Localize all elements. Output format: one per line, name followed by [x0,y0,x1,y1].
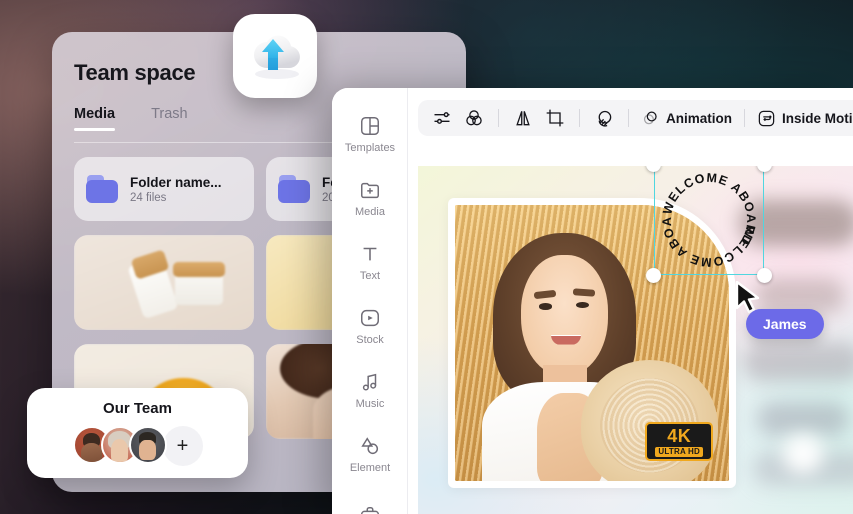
inside-motion-icon [758,110,775,126]
folder-plus-icon [361,182,379,198]
editor-sidebar: Templates Media Text Stock Music Element [332,88,408,514]
folder-file-count: 24 files [130,191,167,204]
flip-button[interactable] [507,103,539,133]
sidebar-item-music[interactable]: Music [332,358,408,422]
adjust-button[interactable] [426,103,458,133]
sidebar-label: Element [349,461,391,474]
sidebar-item-media[interactable]: Media [332,166,408,230]
inside-motion-button[interactable]: Inside Motion [753,109,853,128]
sidebar-item-brand-kit[interactable] [332,486,408,514]
toolbar-area: Animation Inside Motion [408,88,853,148]
briefcase-icon [361,506,379,514]
avatar[interactable] [128,426,167,464]
editor-window: Templates Media Text Stock Music Element… [332,88,853,514]
animation-icon [643,111,657,124]
mask-button[interactable] [588,103,620,133]
status-badge: 4K ULTRA HD [645,422,713,461]
mask-opacity-icon [598,110,611,127]
color-filter-icon [466,110,482,126]
toolbar-divider [498,109,499,127]
folder-icon [86,175,120,203]
toolbar-divider [579,109,580,127]
flip-icon [516,111,530,126]
page-title: Team space [74,60,196,85]
tab-trash[interactable]: Trash [151,106,188,131]
stock-play-icon [361,309,379,326]
animation-label: Animation [666,110,732,126]
our-team-title: Our Team [103,400,172,417]
badge-4k-label: 4K [667,426,692,446]
sidebar-label: Templates [344,141,396,154]
resize-handle-bottom-left[interactable] [646,268,661,283]
sidebar-item-text[interactable]: Text [332,230,408,294]
sidebar-label: Media [355,205,385,218]
avatar-group: + [72,426,203,466]
folder-icon [278,175,312,203]
circular-text-element[interactable]: WELCOME ABOARD WELCOME ABOARD [646,166,772,283]
media-thumbnail[interactable] [74,235,254,330]
inside-motion-label: Inside Motion [782,110,853,126]
animation-button[interactable]: Animation [637,109,736,128]
design-canvas[interactable]: 4K ULTRA HD WELCOME ABOARD WELCOME ABOAR… [418,166,853,514]
add-member-button[interactable]: + [162,426,203,466]
our-team-card: Our Team + [27,388,248,478]
sliders-icon [434,112,450,124]
element-shapes-icon [361,436,379,454]
collaborator-name-badge: James [746,309,824,339]
sidebar-item-templates[interactable]: Templates [332,102,408,166]
canvas-decor-shape [743,342,853,382]
team-space-tabs: Media Trash [74,106,188,131]
folder-card[interactable]: Folder name... 24 files [74,157,254,221]
editor-toolbar: Animation Inside Motion [418,100,853,136]
templates-icon [361,116,379,135]
cloud-upload-icon[interactable] [233,14,317,98]
toolbar-divider [744,109,745,127]
sidebar-label: Stock [356,333,384,346]
sidebar-item-stock[interactable]: Stock [332,294,408,358]
crop-icon [546,109,564,127]
text-icon [363,247,377,260]
folder-name: Folder name... [130,174,222,190]
toolbar-divider [628,109,629,127]
sidebar-item-element[interactable]: Element [332,422,408,486]
sidebar-label: Text [359,269,381,282]
selection-box [654,166,764,275]
filter-button[interactable] [458,103,490,133]
canvas-decor-circle [783,434,823,474]
sidebar-label: Music [355,397,385,410]
tab-media[interactable]: Media [74,106,116,131]
crop-button[interactable] [539,103,571,133]
canvas-decor-shape [757,402,849,436]
badge-ultrahd-label: ULTRA HD [655,447,703,457]
music-note-icon [362,373,377,391]
